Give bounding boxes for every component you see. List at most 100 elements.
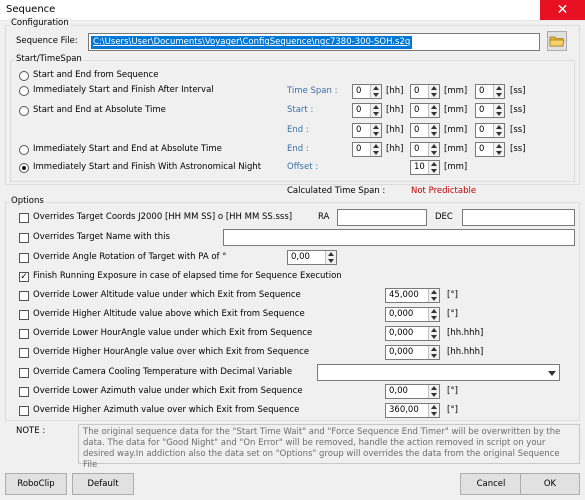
- ss-unit: [ss]: [510, 144, 526, 154]
- ss-unit: [ss]: [510, 105, 526, 115]
- roboclip-button[interactable]: RoboClip: [5, 473, 67, 495]
- spin-arrows-icon[interactable]: [428, 385, 439, 398]
- sequence-file-input[interactable]: C:\Users\User\Documents\Voyager\ConfigSe…: [88, 33, 540, 51]
- offset-spinner[interactable]: 10: [410, 160, 440, 175]
- time-span-ss[interactable]: 0: [475, 84, 505, 99]
- lower-altitude-checkbox[interactable]: [19, 291, 29, 301]
- default-button[interactable]: Default: [72, 473, 134, 495]
- ss-unit: [ss]: [510, 125, 526, 135]
- spin-arrows-icon[interactable]: [493, 143, 504, 156]
- sequence-file-label: Sequence File:: [16, 36, 78, 46]
- browse-folder-button[interactable]: [547, 31, 567, 51]
- spin-arrows-icon[interactable]: [428, 308, 439, 321]
- higher-azimuth-label: Override Higher Azimuth value over which…: [33, 405, 300, 415]
- spin-arrows-icon[interactable]: [428, 289, 439, 302]
- spin-arrows-icon[interactable]: [428, 104, 439, 117]
- higher-hourangle-checkbox[interactable]: [19, 348, 29, 358]
- radio-start-end-absolute[interactable]: [19, 106, 29, 116]
- hh-unit: [hh]: [386, 86, 404, 96]
- folder-icon: [549, 36, 565, 47]
- higher-azimuth-spinner[interactable]: 360,00: [385, 403, 440, 418]
- ra-label: RA: [318, 212, 330, 222]
- pa-checkbox[interactable]: [19, 253, 29, 263]
- calculated-time-span-label: Calculated Time Span :: [287, 186, 386, 196]
- mm-unit: [mm]: [444, 105, 468, 115]
- higher-hourangle-spinner[interactable]: 0,000: [385, 345, 440, 360]
- spin-arrows-icon[interactable]: [428, 161, 439, 174]
- spin-arrows-icon[interactable]: [493, 85, 504, 98]
- spin-arrows-icon[interactable]: [428, 346, 439, 359]
- lower-altitude-label: Override Lower Altitude value under whic…: [33, 290, 301, 300]
- dec-label: DEC: [435, 212, 453, 222]
- time-span-mm[interactable]: 0: [410, 84, 440, 99]
- spin-arrows-icon[interactable]: [428, 404, 439, 417]
- camera-cooling-label: Override Camera Cooling Temperature with…: [33, 367, 293, 377]
- spin-arrows-icon[interactable]: [493, 104, 504, 117]
- lower-azimuth-label: Override Lower Azimuth value under which…: [33, 386, 303, 396]
- camera-cooling-checkbox[interactable]: [19, 368, 29, 378]
- spin-arrows-icon[interactable]: [428, 327, 439, 340]
- checkmark-icon: ✓: [20, 272, 28, 282]
- close-icon: ✕: [556, 2, 569, 18]
- degree-unit: [°]: [447, 386, 458, 396]
- hh-unit: [hh]: [386, 105, 404, 115]
- radio-astronomical-night[interactable]: [19, 163, 29, 173]
- spin-arrows-icon[interactable]: [428, 143, 439, 156]
- close-button[interactable]: ✕: [540, 0, 585, 20]
- window-title: Sequence: [6, 4, 56, 15]
- higher-azimuth-checkbox[interactable]: [19, 406, 29, 416]
- radio-immediate-end-absolute[interactable]: [19, 145, 29, 155]
- note-label: NOTE :: [16, 426, 46, 436]
- degree-unit: [°]: [447, 290, 458, 300]
- spin-arrows-icon[interactable]: [370, 104, 381, 117]
- radio-start-finish-interval[interactable]: [19, 86, 29, 96]
- higher-altitude-checkbox[interactable]: [19, 310, 29, 320]
- end-label: End :: [287, 144, 309, 154]
- lower-hourangle-checkbox[interactable]: [19, 329, 29, 339]
- radio-start-end-sequence[interactable]: [19, 71, 29, 81]
- radio-label-start-end-absolute: Start and End at Absolute Time: [33, 105, 166, 115]
- end2-ss[interactable]: 0: [475, 142, 505, 157]
- spin-arrows-icon[interactable]: [428, 85, 439, 98]
- spin-arrows-icon[interactable]: [428, 124, 439, 137]
- spin-arrows-icon[interactable]: [370, 124, 381, 137]
- lower-azimuth-spinner[interactable]: 0,00: [385, 384, 440, 399]
- options-group-label: Options: [9, 196, 46, 206]
- lower-altitude-spinner[interactable]: 45,000: [385, 288, 440, 303]
- sequence-file-path: C:\Users\User\Documents\Voyager\ConfigSe…: [91, 36, 413, 49]
- target-name-input[interactable]: [223, 229, 575, 246]
- pa-spinner[interactable]: 0,00: [287, 250, 337, 265]
- camera-cooling-dropdown[interactable]: [317, 364, 560, 381]
- end2-mm[interactable]: 0: [410, 142, 440, 157]
- note-text: The original sequence data for the "Star…: [78, 424, 580, 470]
- dec-input[interactable]: [462, 209, 575, 226]
- lower-hourangle-spinner[interactable]: 0,000: [385, 326, 440, 341]
- target-name-checkbox[interactable]: [19, 233, 29, 243]
- higher-altitude-spinner[interactable]: 0,000: [385, 307, 440, 322]
- spin-arrows-icon[interactable]: [370, 85, 381, 98]
- target-coords-checkbox[interactable]: [19, 213, 29, 223]
- hh-unit: [hh]: [386, 144, 404, 154]
- ra-input[interactable]: [337, 209, 427, 226]
- finish-exposure-checkbox[interactable]: ✓: [19, 272, 29, 282]
- spin-arrows-icon[interactable]: [493, 124, 504, 137]
- lower-azimuth-checkbox[interactable]: [19, 387, 29, 397]
- chevron-down-icon[interactable]: [548, 371, 556, 376]
- start-hh[interactable]: 0: [352, 103, 382, 118]
- end-hh[interactable]: 0: [352, 123, 382, 138]
- timespan-group-label: Start/TimeSpan: [14, 54, 84, 64]
- start-mm[interactable]: 0: [410, 103, 440, 118]
- end-mm[interactable]: 0: [410, 123, 440, 138]
- cancel-button[interactable]: Cancel: [460, 473, 522, 495]
- higher-hourangle-label: Override Higher HourAngle value over whi…: [33, 347, 310, 357]
- degree-unit: [°]: [447, 405, 458, 415]
- time-span-hh[interactable]: 0: [352, 84, 382, 99]
- spin-arrows-icon[interactable]: [370, 143, 381, 156]
- calculated-time-span-value: Not Predictable: [411, 186, 477, 196]
- start-ss[interactable]: 0: [475, 103, 505, 118]
- end2-hh[interactable]: 0: [352, 142, 382, 157]
- end-ss[interactable]: 0: [475, 123, 505, 138]
- spin-arrows-icon[interactable]: [325, 251, 336, 264]
- ok-button[interactable]: OK: [520, 473, 580, 495]
- hh-decimal-unit: [hh.hhh]: [447, 347, 484, 357]
